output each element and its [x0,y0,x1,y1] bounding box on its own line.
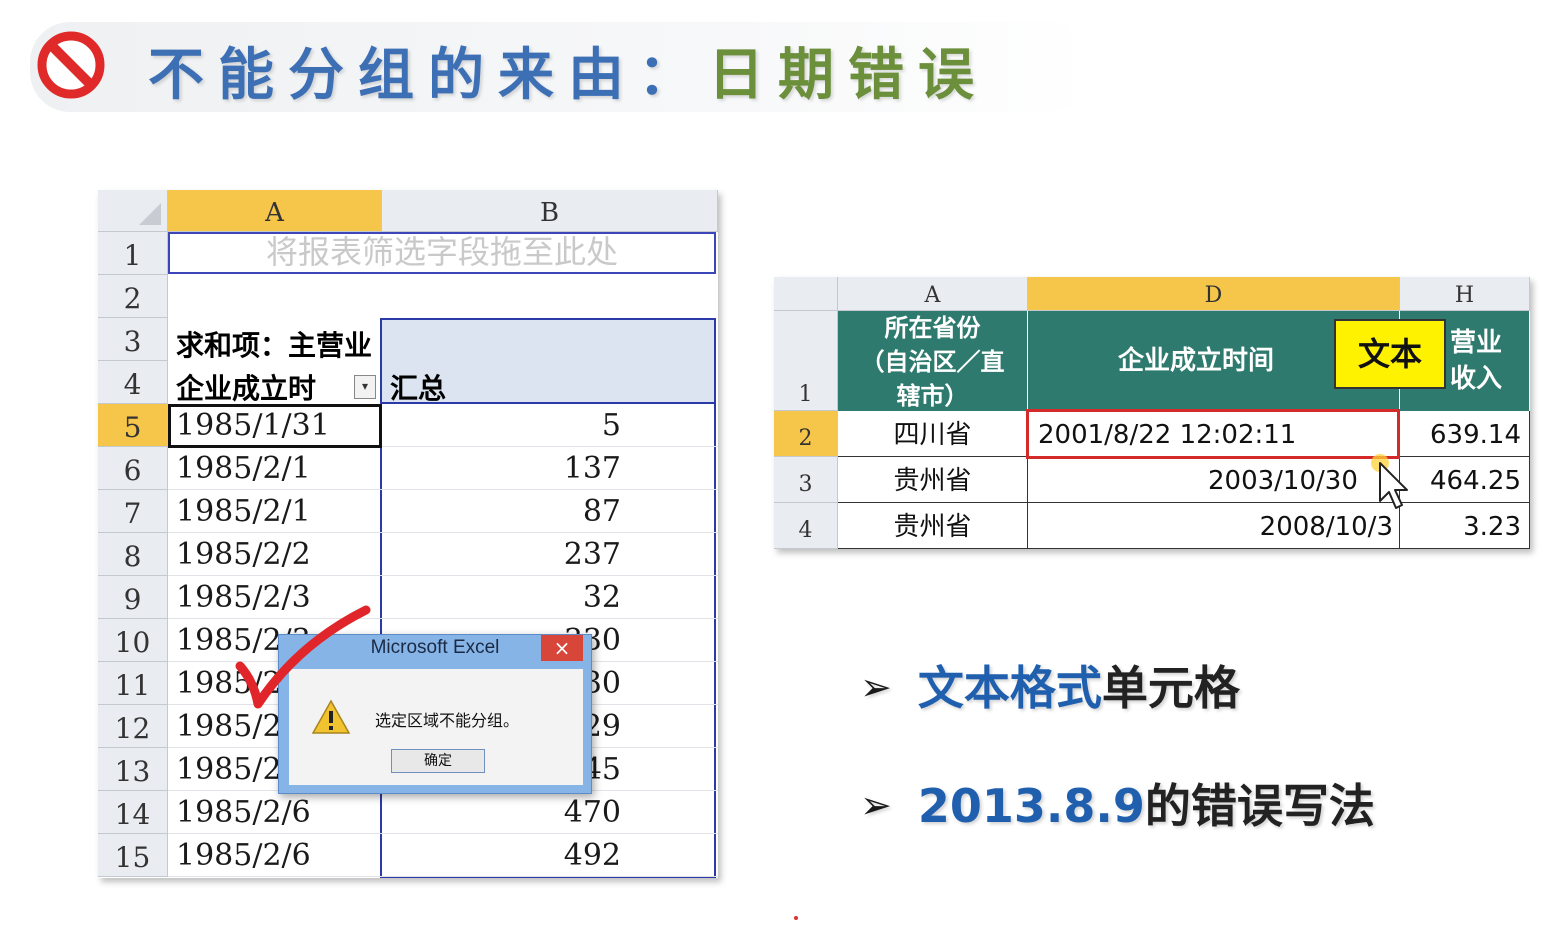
table-row: 1985/2/1 137 [168,447,718,490]
row-header-14[interactable]: 14 [98,791,168,834]
row-field-label: 企业成立时 [176,372,317,405]
select-all-corner[interactable] [98,190,168,232]
row-header-1[interactable]: 1 [774,311,838,411]
header-province-line: 辖市） [896,382,969,409]
bullet-text-format: ➢ 文本格式单元格 [860,652,1240,718]
cell-revenue[interactable]: 3.23 [1400,503,1530,549]
data-sheet: A D H 1 2 3 4 所在省份 （自治区／直 辖市） 企业成立时间 营业 … [774,277,1530,549]
value-text: 87 [582,494,621,529]
dialog-ok-button[interactable]: 确定 [391,749,485,773]
row-header-2[interactable]: 2 [98,275,168,318]
value-cell[interactable]: 87 [451,490,701,533]
row-header-3[interactable]: 3 [774,457,838,503]
row-header-10[interactable]: 10 [98,619,168,662]
value-text: 5 [601,408,621,443]
column-header-a[interactable]: A [838,277,1028,311]
row-header-11[interactable]: 11 [98,662,168,705]
column-header-a[interactable]: A [168,190,382,232]
dialog-close-button[interactable]: × [541,635,583,661]
cell-revenue[interactable]: 639.14 [1400,411,1530,457]
date-cell[interactable]: 1985/2/6 [176,838,311,873]
cell-province[interactable]: 贵州省 [838,503,1028,549]
value-cell[interactable]: 137 [451,447,701,490]
bullet-highlight: 文本格式 [917,661,1102,715]
cell-revenue[interactable]: 464.25 [1400,457,1530,503]
total-label: 汇总 [390,372,447,405]
row-header-4[interactable]: 4 [98,361,168,404]
selected-cell-a5[interactable] [168,404,382,448]
date-cell[interactable]: 1985/2/6 [176,795,311,830]
cell-province[interactable]: 贵州省 [838,457,1028,503]
row-header-12[interactable]: 12 [98,705,168,748]
row-header-8[interactable]: 8 [98,533,168,576]
header-province-line: （自治区／直 [860,348,1005,376]
table-row: 1985/2/6 492 [168,834,718,877]
value-text: 32 [582,580,621,615]
sum-field-label: 求和项：主营业 [176,329,373,362]
highlight-box [1026,409,1400,459]
bullet-text: 单元格 [1101,661,1240,715]
header-province[interactable]: 所在省份 （自治区／直 辖市） [838,311,1028,411]
value-cell[interactable]: 5 [451,404,701,447]
title-accent: 日期错误 [708,43,988,108]
cell-founding-date[interactable]: 2003/10/30 [1028,457,1400,503]
row-header-2[interactable]: 2 [774,411,838,457]
row-header-3[interactable]: 3 [98,318,168,361]
header-revenue-line: 收入 [1450,364,1503,394]
value-text: 137 [563,451,621,486]
date-cell[interactable]: 1985/2/1 [176,451,311,486]
row-header-15[interactable]: 15 [98,834,168,877]
header-revenue-line: 营业 [1450,328,1503,358]
cell-province[interactable]: 四川省 [838,411,1028,457]
table-row: 1985/2/2 237 [168,533,718,576]
row-field-dropdown-button[interactable]: ▾ [354,375,376,399]
bullet-arrow-icon: ➢ [860,665,892,709]
bullet-highlight: 2013.8.9 [917,779,1145,833]
value-text: 492 [563,838,621,873]
row-header-5[interactable]: 5 [98,404,168,447]
cell-founding-date[interactable]: 2008/10/3 [1028,503,1400,549]
row-header-7[interactable]: 7 [98,490,168,533]
value-cell[interactable]: 492 [451,834,701,877]
dialog-message: 选定区域不能分组。 [375,711,520,730]
value-cell[interactable]: 32 [451,576,701,619]
bullet-arrow-icon: ➢ [860,783,892,827]
page-title: 不能分组的来由：日期错误 [148,30,988,111]
value-cell[interactable]: 470 [451,791,701,834]
table-row: 1985/2/1 87 [168,490,718,533]
report-filter-drop-zone[interactable]: 将报表筛选字段拖至此处 [168,232,716,274]
row-header-13[interactable]: 13 [98,748,168,791]
column-header-d[interactable]: D [1028,277,1400,311]
row-header-4[interactable]: 4 [774,503,838,549]
value-text: 237 [563,537,621,572]
date-cell[interactable]: 1985/2/2 [176,537,311,572]
laser-dot [794,916,798,920]
select-all-corner[interactable] [774,277,838,311]
column-header-h[interactable]: H [1400,277,1530,311]
bullet-text: 的错误写法 [1144,779,1375,833]
text-format-badge: 文本 [1334,319,1446,389]
value-cell[interactable]: 237 [451,533,701,576]
prohibited-icon [37,31,105,99]
bullet-wrong-date: ➢ 2013.8.9的错误写法 [860,770,1375,836]
title-prefix: 不能分组的来由： [148,43,708,108]
row-header-9[interactable]: 9 [98,576,168,619]
table-row: 1985/2/6 470 [168,791,718,834]
row-header-1[interactable]: 1 [98,232,168,275]
header-province-line: 所在省份 [884,314,981,342]
value-text: 470 [563,795,621,830]
red-checkmark-icon [235,605,371,709]
column-header-b[interactable]: B [382,190,718,232]
date-cell[interactable]: 1985/2/1 [176,494,311,529]
row-header-6[interactable]: 6 [98,447,168,490]
mouse-cursor-icon [1371,454,1408,509]
